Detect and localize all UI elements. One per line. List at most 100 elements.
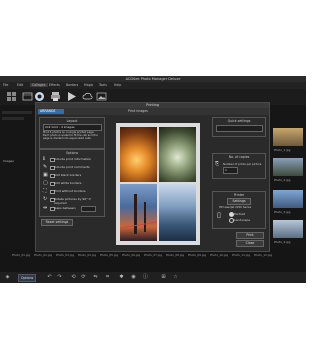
option-rotate[interactable]: ↻ Rotate pictures by 90° if required bbox=[43, 196, 103, 205]
gap-input[interactable] bbox=[81, 206, 96, 212]
border-icon: ▢ bbox=[43, 180, 48, 186]
option-label: Include print information bbox=[54, 157, 92, 161]
option-no-borders[interactable]: ⛶ Print without borders bbox=[43, 188, 103, 194]
star-icon[interactable]: ☆ bbox=[172, 274, 179, 281]
app-window: ACDSee Photo Manager Deluxe File Edit Co… bbox=[0, 76, 306, 283]
copies-icon: ⎘ bbox=[215, 161, 220, 167]
tiles-icon[interactable] bbox=[6, 91, 17, 102]
zoom-icon[interactable]: ◉ bbox=[130, 274, 137, 281]
thumbnail[interactable] bbox=[273, 190, 303, 208]
grid-icon[interactable]: ⊞ bbox=[160, 274, 167, 281]
print-icon[interactable] bbox=[50, 91, 61, 102]
options-button[interactable]: Options bbox=[18, 274, 37, 282]
fit-icon: ⛶ bbox=[43, 188, 47, 194]
filmstrip-caption[interactable]: Photo_06.jpg bbox=[122, 253, 140, 257]
printing-dialog: Printing ARRANGE Print images Layout 2x2… bbox=[35, 102, 270, 252]
thumbnail[interactable] bbox=[273, 220, 303, 238]
printer-settings-button[interactable]: Settings bbox=[227, 198, 251, 205]
copies-label: Number of prints per picture bbox=[223, 162, 262, 166]
tab-arrange[interactable]: ARRANGE bbox=[38, 109, 64, 114]
filmstrip-caption[interactable]: Photo_12.jpg bbox=[254, 253, 272, 257]
undo-icon[interactable]: ↶ bbox=[46, 274, 53, 281]
preview-photo-bridge bbox=[120, 184, 157, 241]
preview-photo-forest bbox=[159, 127, 196, 182]
slideshow-icon[interactable] bbox=[22, 91, 33, 102]
reset-settings-button[interactable]: Reset settings bbox=[41, 219, 73, 226]
copies-input[interactable]: 1 bbox=[223, 167, 238, 174]
tab-print-images[interactable]: Print images bbox=[128, 109, 148, 114]
filmstrip-caption[interactable]: Photo_01.jpg bbox=[12, 253, 30, 257]
redo-icon[interactable]: ↷ bbox=[56, 274, 63, 281]
rotate-right-icon[interactable]: ⟳ bbox=[80, 274, 87, 281]
sidebar-row bbox=[2, 111, 32, 114]
menu-edit[interactable]: Edit bbox=[17, 83, 23, 87]
quick-settings-select[interactable] bbox=[216, 125, 263, 132]
option-label: Gaps between bbox=[54, 206, 76, 210]
landscape-label: Landscape bbox=[234, 218, 251, 222]
option-print-info[interactable]: ℹ Include print information bbox=[43, 156, 103, 162]
dialog-tabs: ARRANGE Print images bbox=[36, 108, 269, 115]
thumbnail-caption: Photo_1.jpg bbox=[274, 148, 291, 152]
info-icon: ℹ bbox=[43, 156, 45, 162]
rotate-left-icon[interactable]: ⟲ bbox=[70, 274, 77, 281]
sidebar-row bbox=[2, 117, 24, 120]
preview-photo-mountains bbox=[159, 184, 196, 241]
layout-title: Layout bbox=[66, 119, 78, 123]
page-orientation-icon: ▯ bbox=[217, 211, 221, 219]
portrait-label: Portrait bbox=[234, 212, 246, 216]
print-preview bbox=[116, 123, 200, 245]
filmstrip-caption[interactable]: Photo_02.jpg bbox=[34, 253, 52, 257]
layout-select[interactable]: 2x2 Grid - 4 images bbox=[43, 124, 102, 131]
option-white-borders[interactable]: ▢ Add white borders bbox=[43, 180, 103, 186]
flip-icon[interactable]: ⇋ bbox=[92, 274, 99, 281]
thumbnail-caption: Photo_2.jpg bbox=[274, 178, 291, 182]
menu-borders[interactable]: Borders bbox=[66, 83, 78, 87]
print-button[interactable]: Print bbox=[236, 232, 264, 239]
option-label: Print without borders bbox=[54, 189, 86, 193]
menu-collages[interactable]: Collages bbox=[30, 83, 48, 87]
cloud-icon[interactable] bbox=[82, 91, 93, 102]
preview-photo-autumn bbox=[120, 127, 157, 182]
images-icon[interactable] bbox=[96, 91, 107, 102]
info-icon[interactable]: ⓘ bbox=[142, 274, 149, 281]
crop-icon[interactable]: ⌗ bbox=[104, 274, 111, 281]
copies-title: No. of copies bbox=[228, 155, 250, 159]
thumbnail-caption: Photo_4.jpg bbox=[274, 240, 291, 244]
menu-effects[interactable]: Effects bbox=[49, 83, 60, 87]
menu-magic[interactable]: Magic bbox=[84, 83, 93, 87]
gear-icon[interactable] bbox=[34, 91, 45, 102]
filmstrip-caption[interactable]: Photo_10.jpg bbox=[210, 253, 228, 257]
printer-name: HP LaserJet 2200 Series bbox=[219, 205, 252, 209]
options-group: Options ℹ Include print information ✎ Incl… bbox=[39, 149, 105, 217]
play-icon[interactable] bbox=[66, 91, 77, 102]
thumbnail[interactable] bbox=[273, 128, 303, 146]
status-bar: ◈ Options ↶ ↷ ⟲ ⟳ ⇋ ⌗ ✱ ◉ ⓘ ⊞ ☆ bbox=[0, 272, 306, 283]
rotate-icon: ↻ bbox=[43, 196, 48, 202]
quick-settings-group: Quick settings bbox=[212, 117, 266, 137]
option-print-comments[interactable]: ✎ Include print comments bbox=[43, 164, 103, 170]
filmstrip-caption[interactable]: Photo_09.jpg bbox=[188, 253, 206, 257]
sidebar-label[interactable]: Images bbox=[3, 159, 14, 163]
thumbnail[interactable] bbox=[273, 158, 303, 176]
option-gaps[interactable]: ⇹ Gaps between bbox=[43, 205, 103, 212]
filmstrip-caption[interactable]: Photo_08.jpg bbox=[166, 253, 184, 257]
menu-file[interactable]: File bbox=[3, 83, 8, 87]
printer-title: Printer bbox=[233, 193, 245, 197]
filter-icon[interactable]: ◈ bbox=[4, 274, 11, 281]
menu-help[interactable]: Help bbox=[114, 83, 121, 87]
layout-group: Layout 2x2 Grid - 4 images Print 4 photo… bbox=[39, 117, 105, 149]
border-icon: ▣ bbox=[43, 172, 48, 178]
settings-icon[interactable]: ✱ bbox=[118, 274, 125, 281]
option-black-borders[interactable]: ▣ Add black borders bbox=[43, 172, 103, 178]
printer-group: Printer Settings HP LaserJet 2200 Series… bbox=[212, 191, 266, 229]
option-label: Add white borders bbox=[54, 181, 82, 185]
filmstrip-caption[interactable]: Photo_05.jpg bbox=[100, 253, 118, 257]
filmstrip-caption[interactable]: Photo_04.jpg bbox=[78, 253, 96, 257]
close-button[interactable]: Close bbox=[236, 240, 264, 247]
options-title: Options bbox=[65, 151, 79, 155]
menu-tools[interactable]: Tools bbox=[99, 83, 107, 87]
filmstrip-caption[interactable]: Photo_07.jpg bbox=[144, 253, 162, 257]
filmstrip-caption[interactable]: Photo_11.jpg bbox=[232, 253, 250, 257]
filmstrip-caption[interactable]: Photo_03.jpg bbox=[56, 253, 74, 257]
gap-icon: ⇹ bbox=[43, 205, 48, 211]
